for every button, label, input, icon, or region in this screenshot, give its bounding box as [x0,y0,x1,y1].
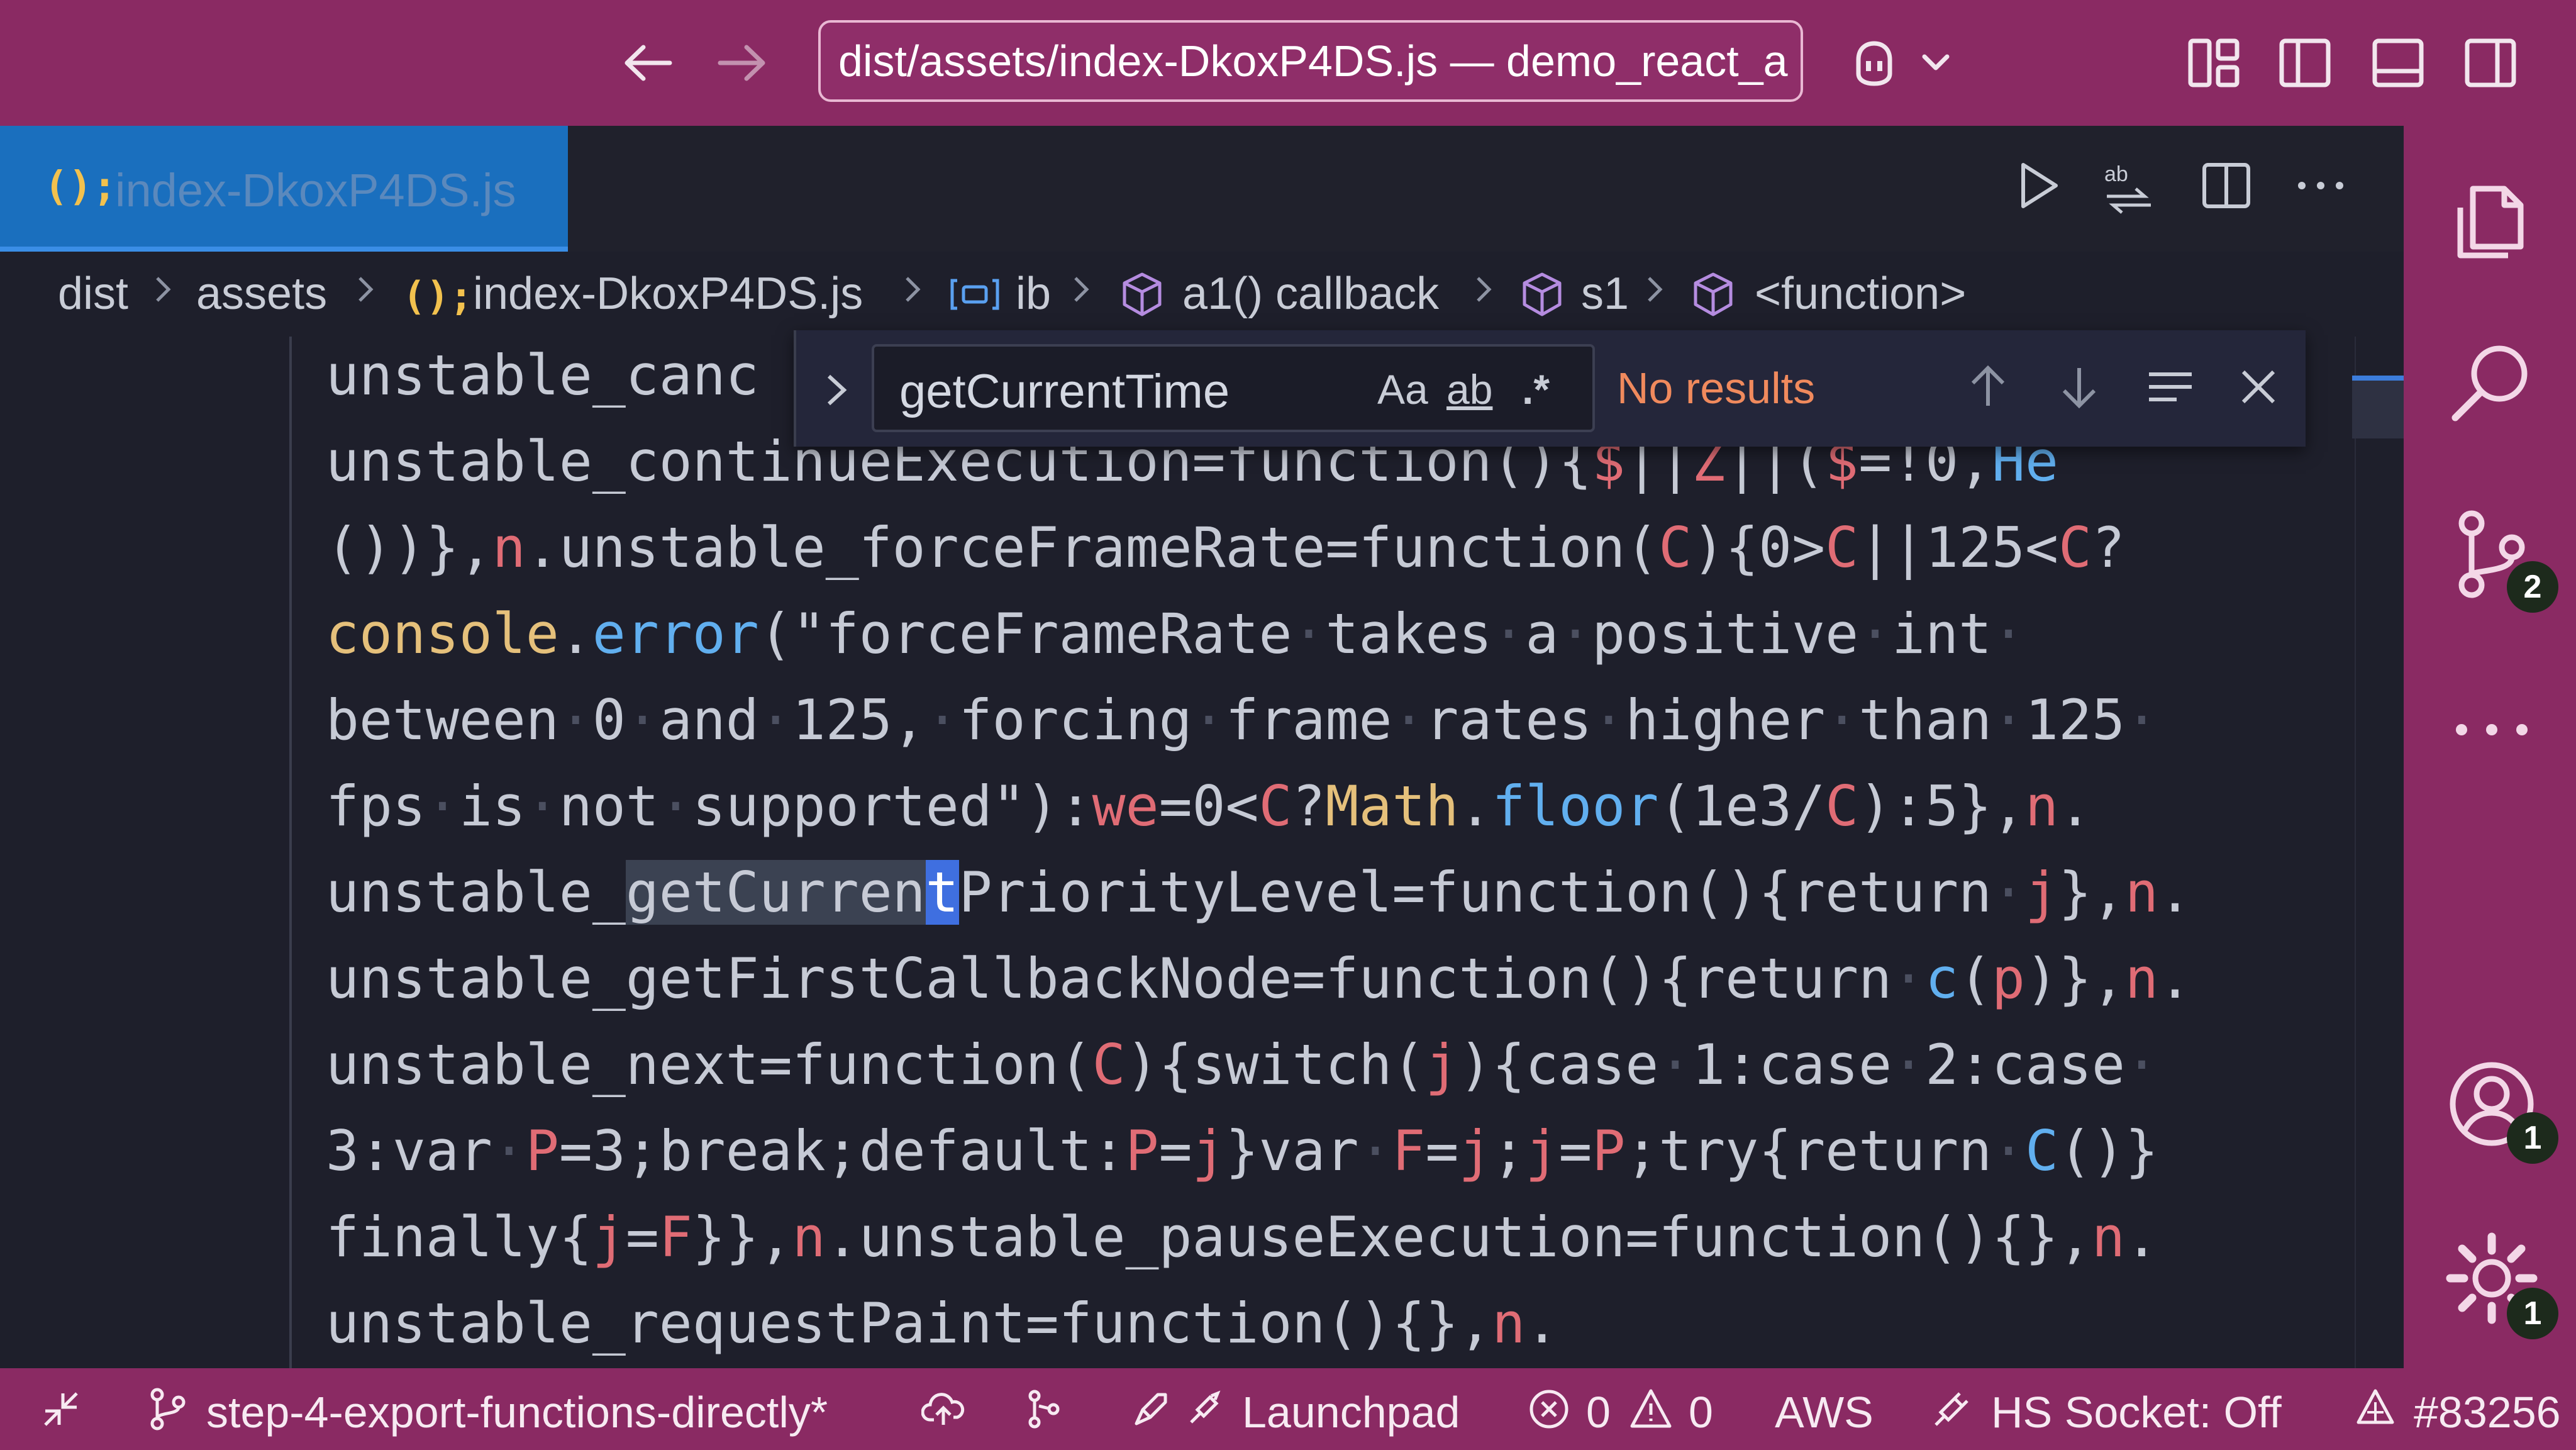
chevron-right-icon [1074,277,1089,302]
code-line[interactable]: unstable_getFirstCallbackNode=function()… [326,946,2192,1011]
git-branch-icon [150,1388,186,1430]
tab-label: index-DkoxP4DS.js [115,164,516,216]
warning-icon[interactable] [1629,1387,1673,1431]
indent-guide [289,337,292,1368]
code-line[interactable]: ())},n.unstable_forceFrameRate=function(… [326,515,2125,580]
js-file-icon: (); [44,164,117,210]
svg-text:ab: ab [2104,162,2128,186]
more-icon[interactable] [2441,679,2542,780]
explorer-icon[interactable] [2441,164,2542,264]
run-icon[interactable] [2009,157,2066,214]
js-file-icon: (); [402,273,473,319]
arrow-right-icon[interactable] [714,35,770,91]
account-badge: 1 [2507,1112,2558,1164]
split-editor-icon[interactable] [2198,157,2255,214]
hs-socket-status[interactable]: HS Socket: Off [1991,1387,2282,1437]
code-line[interactable]: unstable_getCurrentPriorityLevel=functio… [326,860,2192,925]
chevron-down-icon [1922,54,1950,70]
find-widget: getCurrentTime Aa ab .* No results [794,330,2306,447]
title-bar: dist/assets/index-DkoxP4DS.js — demo_rea… [0,0,2576,126]
toggle-panel-icon[interactable] [2370,35,2426,91]
find-input[interactable]: getCurrentTime Aa ab .* [872,344,1595,432]
method-cube-icon [1523,272,1562,316]
code-line[interactable]: fps·is·not·supported"):we=0<C?Math.floor… [326,774,2092,839]
breadcrumb-item-assets[interactable]: assets [196,268,327,320]
method-cube-icon [1694,272,1733,316]
code-line[interactable]: console.error("forceFrameRate·takes·a·po… [326,601,2025,666]
toggle-replace-chevron-icon[interactable] [815,365,859,415]
breadcrumb-item-ib[interactable]: ib [1016,268,1051,320]
arrow-left-icon[interactable] [619,35,676,91]
minimap-slider[interactable] [2352,376,2404,438]
next-match-arrow-down-icon[interactable] [2054,362,2104,412]
breadcrumb-item-file[interactable]: index-DkoxP4DS.js [473,268,863,320]
breadcrumb-item-s1[interactable]: s1 [1581,268,1629,320]
previous-match-arrow-up-icon[interactable] [1963,362,2013,412]
chevron-right-icon [1648,277,1663,302]
breadcrumb: dist assets (); index-DkoxP4DS.js ib a1(… [0,252,2404,337]
tab-index-js[interactable]: (); index-DkoxP4DS.js [0,126,568,252]
find-result-status: No results [1617,364,1816,413]
git-branch-name[interactable]: step-4-export-functions-directly* [206,1387,828,1437]
copilot-icon[interactable] [1846,35,1956,91]
minimap-position-mark [2352,376,2404,381]
method-cube-icon [1123,272,1162,316]
error-icon[interactable] [1527,1387,1571,1431]
customize-layout-icon[interactable] [2185,35,2242,91]
find-query: getCurrentTime [899,365,1230,418]
git-graph-icon[interactable] [1022,1387,1066,1431]
error-count[interactable]: 0 [1586,1387,1611,1437]
remote-icon[interactable] [39,1387,83,1431]
code-line[interactable]: between·0·and·125,·forcing·frame·rates·h… [326,688,2158,752]
chevron-right-icon [1477,277,1492,302]
warning-count[interactable]: 0 [1689,1387,1713,1437]
scrollbar[interactable] [2355,337,2356,1368]
status-bar: step-4-export-functions-directly* Launch… [0,1368,2576,1450]
compare-icon[interactable]: ab [2101,157,2157,214]
find-in-selection-icon[interactable] [2145,362,2196,412]
cloud-upload-icon[interactable] [921,1387,965,1431]
toggle-secondary-sidebar-icon[interactable] [2462,35,2519,91]
variable-icon [950,279,999,310]
plug-icon[interactable] [1929,1387,1974,1431]
code-editor[interactable]: unstable_canc unstable_continueExecution… [0,337,2404,1368]
search-icon[interactable] [2441,333,2542,434]
breadcrumb-item-dist[interactable]: dist [58,268,128,320]
match-whole-word-toggle[interactable]: ab [1446,365,1492,416]
launchpad-icon[interactable] [1182,1387,1226,1431]
close-icon[interactable] [2233,362,2284,412]
source-control-badge: 2 [2507,561,2558,613]
rocket-icon[interactable] [1129,1387,1173,1431]
command-center[interactable]: dist/assets/index-DkoxP4DS.js — demo_rea… [818,20,1803,102]
breadcrumb-item-a1-callback[interactable]: a1() callback [1182,268,1439,320]
issue-number[interactable]: #83256 [2414,1387,2561,1437]
chevron-right-icon [358,277,374,302]
use-regex-toggle[interactable]: .* [1522,365,1550,416]
code-line[interactable]: unstable_next=function(C){switch(j){case… [326,1032,2158,1097]
activity-bar: 2 1 1 [2404,126,2576,1368]
code-line[interactable]: 3:var·P=3;break;default:P=j}var·F=j;j=P;… [326,1118,2158,1183]
pull-request-icon[interactable] [2353,1387,2397,1431]
launchpad-label[interactable]: Launchpad [1242,1387,1460,1437]
settings-badge: 1 [2507,1288,2558,1339]
code-line[interactable]: unstable_requestPaint=function(){},n. [326,1291,1558,1356]
aws-status[interactable]: AWS [1775,1387,1874,1437]
match-case-toggle[interactable]: Aa [1377,365,1428,416]
toggle-primary-sidebar-icon[interactable] [2277,35,2333,91]
code-line[interactable]: unstable_canc [326,343,759,408]
code-line[interactable]: finally{j=F}},n.unstable_pauseExecution=… [326,1205,2158,1269]
breadcrumb-item-function[interactable]: <function> [1755,268,1966,320]
chevron-right-icon [906,277,921,302]
more-actions-icon[interactable] [2292,157,2349,214]
chevron-right-icon [156,277,171,302]
